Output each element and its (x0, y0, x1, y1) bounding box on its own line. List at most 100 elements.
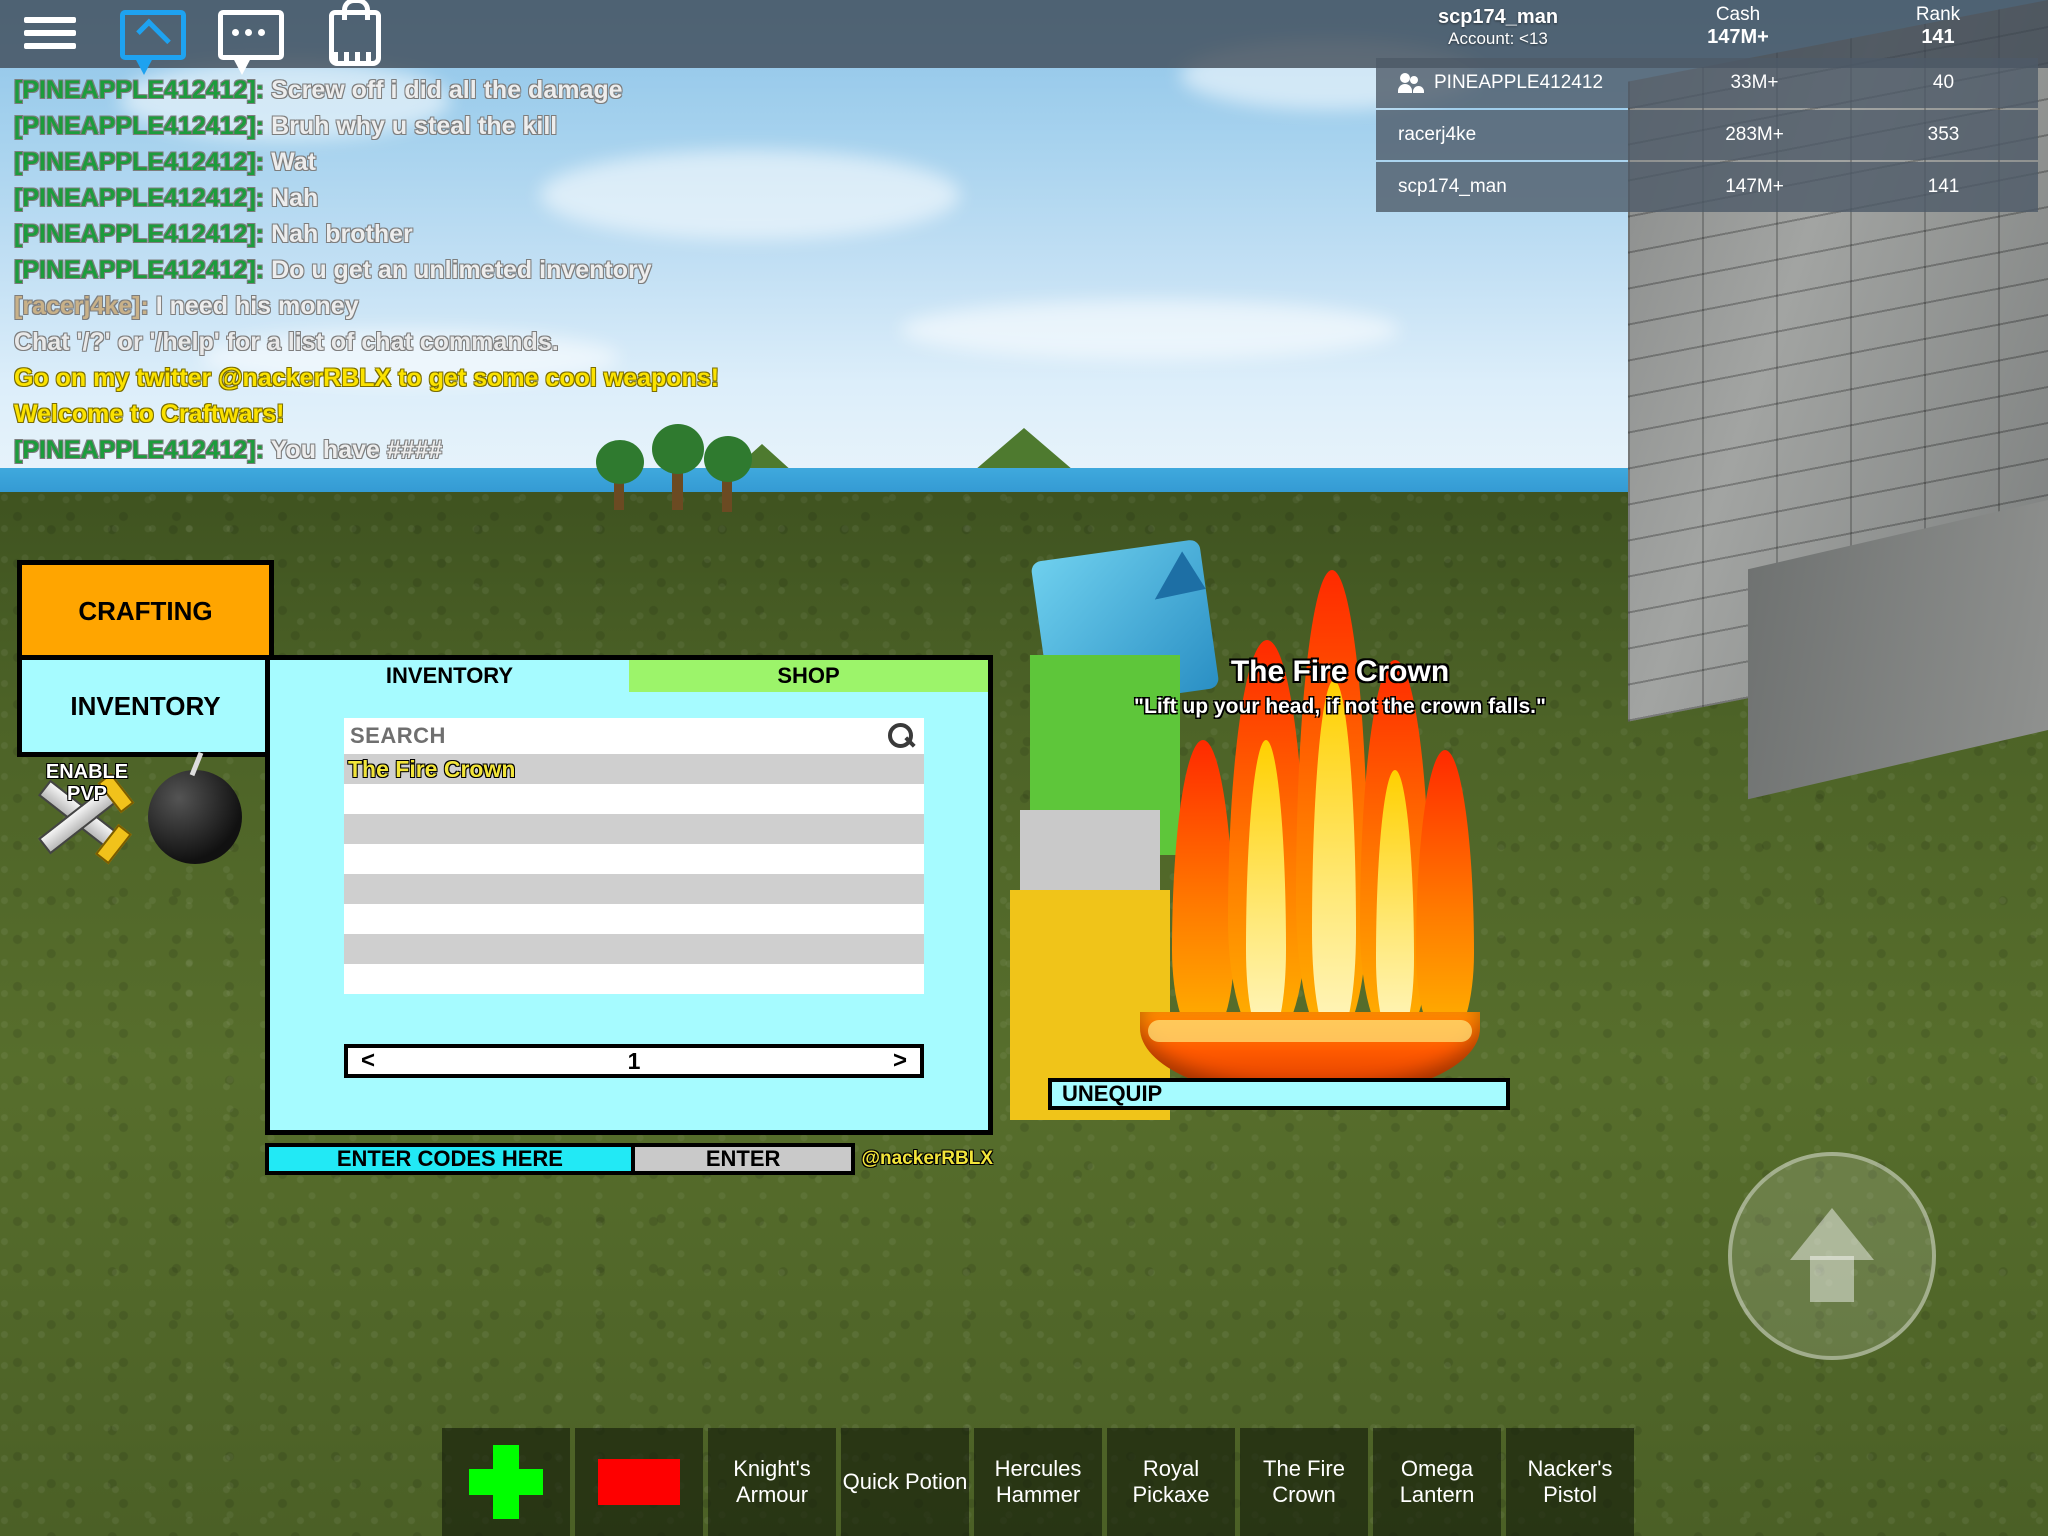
chat-line-system: Chat '/?' or '/help' for a list of chat … (14, 324, 824, 360)
chat-line: [PINEAPPLE412412]: Nah brother (14, 216, 824, 252)
hotbar-slot-quick-potion[interactable]: Quick Potion (841, 1428, 969, 1536)
chat-text: Welcome to Craftwars! (14, 400, 285, 428)
green-plus-icon (469, 1445, 543, 1519)
list-item[interactable]: The Fire Crown (344, 754, 924, 784)
chat-log[interactable]: [PINEAPPLE412412]: Screw off i did all t… (14, 72, 824, 468)
chat-line: [PINEAPPLE412412]: Do u get an unlimeted… (14, 252, 824, 288)
red-bar-icon (598, 1459, 680, 1505)
list-item[interactable] (344, 934, 924, 964)
row-cash: 147M+ (1660, 162, 1849, 212)
leaderboard: Cash Rank 147M+ 141 PINEAPPLE412412 33M+… (1376, 4, 2038, 214)
crafting-button[interactable]: CRAFTING (17, 560, 274, 662)
next-page-button[interactable]: > (880, 1047, 920, 1075)
chat-line-announcement: Go on my twitter @nackerRBLX to get some… (14, 360, 824, 396)
emote-icon[interactable] (120, 10, 186, 75)
codes-input[interactable]: ENTER CODES HERE (265, 1143, 635, 1175)
enable-pvp-label: ENABLE PVP (45, 761, 129, 805)
row-rank: 40 (1849, 58, 2038, 108)
people-icon (1398, 73, 1424, 93)
player-account: Account: <13 (1448, 29, 1548, 48)
twitter-handle: @nackerRBLX (861, 1148, 993, 1169)
self-rank: 141 (1921, 26, 1955, 48)
chat-speaker: [PINEAPPLE412412]: (14, 184, 265, 212)
chat-text: Chat '/?' or '/help' for a list of chat … (14, 328, 559, 356)
arrow-stem (1810, 1256, 1854, 1302)
menu-icon[interactable] (18, 10, 82, 58)
chat-text: Go on my twitter @nackerRBLX to get some… (14, 364, 720, 392)
row-rank: 141 (1849, 162, 2038, 212)
leaderboard-col-cash: Cash (1715, 4, 1761, 25)
list-item-label: The Fire Crown (348, 756, 516, 782)
leaderboard-self-values: 147M+ 141 (1638, 26, 2038, 48)
row-cash: 283M+ (1660, 110, 1849, 160)
movement-joystick[interactable] (1728, 1152, 1936, 1360)
page-number: 1 (627, 1047, 641, 1074)
hotbar: Knight's Armour Quick Potion Hercules Ha… (442, 1428, 1634, 1536)
chat-line: [racerj4ke]: I need his money (14, 288, 824, 324)
inventory-list: SEARCH The Fire Crown (344, 718, 924, 994)
table-row[interactable]: PINEAPPLE412412 33M+ 40 (1376, 58, 2038, 108)
list-item[interactable] (344, 814, 924, 844)
leaderboard-player-name: PINEAPPLE412412 (1376, 58, 1660, 108)
row-name-text: PINEAPPLE412412 (1434, 72, 1604, 93)
tab-inventory[interactable]: INVENTORY (270, 660, 629, 692)
bomb-icon[interactable] (148, 751, 242, 864)
player-header: scp174_man Account: <13 (1368, 6, 1628, 49)
chat-line: [PINEAPPLE412412]: Wat (14, 144, 824, 180)
backpack-icon[interactable] (320, 0, 384, 66)
chat-text: I need his money (155, 292, 359, 320)
prev-page-button[interactable]: < (348, 1047, 388, 1075)
item-title: The Fire Crown (1230, 655, 1450, 688)
search-icon[interactable] (888, 723, 914, 749)
chat-text: Do u get an unlimeted inventory (271, 256, 652, 284)
hotbar-slot-royal-pickaxe[interactable]: Royal Pickaxe (1107, 1428, 1235, 1536)
chat-speaker: [PINEAPPLE412412]: (14, 112, 265, 140)
chat-speaker: [PINEAPPLE412412]: (14, 76, 265, 104)
chat-icon[interactable] (218, 10, 284, 75)
chat-text: Nah brother (271, 220, 413, 248)
hotbar-slot-hercules-hammer[interactable]: Hercules Hammer (974, 1428, 1102, 1536)
equipped-item-preview (1010, 538, 1560, 1160)
chat-line-welcome: Welcome to Craftwars! (14, 396, 824, 432)
item-quote: "Lift up your head, if not the crown fal… (1134, 695, 1546, 718)
hotbar-slot-knights-armour[interactable]: Knight's Armour (708, 1428, 836, 1536)
chat-speaker: [PINEAPPLE412412]: (14, 148, 265, 176)
list-item[interactable] (344, 964, 924, 994)
search-input[interactable]: SEARCH (344, 718, 924, 754)
codes-row: ENTER CODES HERE ENTER @nackerRBLX (265, 1143, 993, 1175)
chat-text: Nah (271, 184, 319, 212)
inventory-tabs: INVENTORY SHOP (270, 660, 988, 692)
list-item[interactable] (344, 904, 924, 934)
hotbar-slot-nackers-pistol[interactable]: Nacker's Pistol (1506, 1428, 1634, 1536)
chat-speaker: [PINEAPPLE412412]: (14, 256, 265, 284)
chat-text: Wat (271, 148, 316, 176)
table-row[interactable]: scp174_man 147M+ 141 (1376, 162, 2038, 212)
leaderboard-player-name: racerj4ke (1376, 110, 1660, 160)
chat-line: [PINEAPPLE412412]: Screw off i did all t… (14, 72, 824, 108)
pagination: < 1 > (344, 1044, 924, 1078)
chat-speaker: [PINEAPPLE412412]: (14, 220, 265, 248)
row-name-text: racerj4ke (1398, 124, 1477, 145)
unequip-button[interactable]: UNEQUIP (1048, 1078, 1510, 1110)
search-placeholder: SEARCH (350, 723, 446, 748)
hotbar-slot-red[interactable] (575, 1428, 703, 1536)
inventory-panel: INVENTORY SHOP SEARCH The Fire Crown < 1… (265, 655, 993, 1135)
row-name-text: scp174_man (1398, 176, 1507, 197)
tab-shop[interactable]: SHOP (629, 660, 988, 692)
chat-line: [PINEAPPLE412412]: Nah (14, 180, 824, 216)
up-arrow-icon (1790, 1208, 1874, 1260)
inventory-button[interactable]: INVENTORY (17, 655, 274, 757)
table-row[interactable]: racerj4ke 283M+ 353 (1376, 110, 2038, 160)
hotbar-slot-omega-lantern[interactable]: Omega Lantern (1373, 1428, 1501, 1536)
row-rank: 353 (1849, 110, 2038, 160)
list-item[interactable] (344, 874, 924, 904)
codes-enter-button[interactable]: ENTER (634, 1143, 856, 1175)
list-item[interactable] (344, 784, 924, 814)
enable-pvp-button[interactable]: ENABLE PVP (20, 755, 150, 865)
hotbar-slot-the-fire-crown[interactable]: The Fire Crown (1240, 1428, 1368, 1536)
hotbar-slot-health[interactable] (442, 1428, 570, 1536)
row-cash: 33M+ (1660, 58, 1849, 108)
list-item[interactable] (344, 844, 924, 874)
self-cash: 147M+ (1707, 26, 1769, 48)
chat-text: You have #### (270, 436, 443, 464)
